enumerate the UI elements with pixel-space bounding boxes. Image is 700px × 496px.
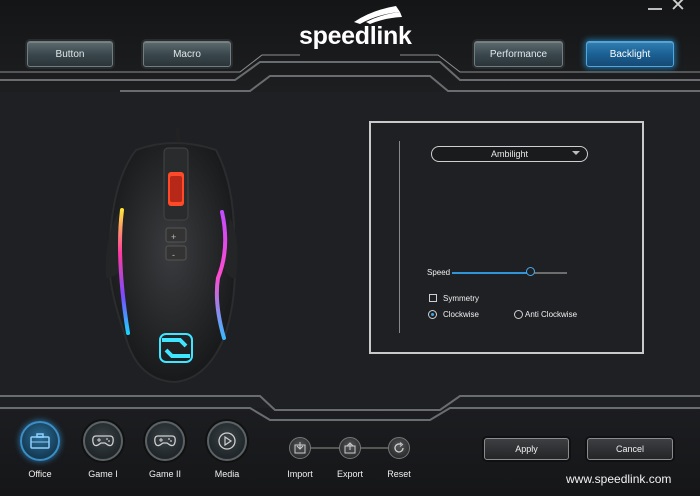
profile-media-label: Media [214, 469, 240, 479]
svg-text:+: + [171, 232, 176, 242]
profile-game1-button[interactable] [83, 421, 123, 461]
profile-game2-button[interactable] [145, 421, 185, 461]
cancel-label: Cancel [615, 444, 644, 454]
import-icon [294, 442, 306, 454]
tab-performance[interactable]: Performance [474, 41, 563, 67]
logo-swoosh-icon [354, 6, 402, 24]
tab-button[interactable]: Button [27, 41, 113, 67]
tab-macro[interactable]: Macro [143, 41, 231, 67]
tab-label: Performance [489, 48, 548, 60]
gamepad-icon [154, 435, 176, 447]
panel-divider [399, 141, 400, 333]
import-button[interactable] [289, 437, 311, 459]
backlight-mode-value: Ambilight [490, 149, 528, 159]
symmetry-checkbox[interactable] [429, 294, 437, 302]
apply-button[interactable]: Apply [484, 438, 569, 460]
clockwise-label: Clockwise [443, 310, 480, 319]
reset-button[interactable] [388, 437, 410, 459]
close-icon[interactable]: ✕ [670, 0, 686, 16]
play-icon [218, 432, 236, 450]
profile-media-button[interactable] [207, 421, 247, 461]
clockwise-radio[interactable] [428, 310, 437, 319]
profile-game1-label: Game I [88, 469, 118, 479]
profile-game2-label: Game II [148, 469, 181, 479]
export-icon [344, 442, 356, 454]
speedlink-logo: speedlink [299, 22, 412, 50]
gamepad-icon [92, 435, 114, 447]
chevron-down-icon [572, 151, 580, 155]
svg-text:-: - [172, 250, 175, 260]
symmetry-label: Symmetry [443, 294, 479, 303]
tab-label: Macro [173, 48, 201, 60]
mouse-image: + - [105, 128, 238, 384]
profile-office-button[interactable] [20, 421, 60, 461]
tab-label: Backlight [609, 48, 651, 60]
speed-slider-fill [452, 272, 531, 274]
profile-office-label: Office [28, 469, 52, 479]
anti-clockwise-label: Anti Clockwise [525, 310, 578, 319]
website-url: www.speedlink.com [566, 472, 672, 486]
tab-backlight[interactable]: Backlight [586, 41, 674, 67]
cancel-button[interactable]: Cancel [587, 438, 673, 460]
backlight-mode-select[interactable]: Ambilight [431, 146, 588, 162]
speed-label: Speed [427, 268, 451, 277]
anti-clockwise-radio[interactable] [514, 310, 523, 319]
briefcase-icon [30, 433, 50, 449]
apply-label: Apply [515, 444, 538, 454]
reset-icon [394, 442, 404, 453]
tab-label: Button [55, 48, 85, 60]
speed-slider-thumb[interactable] [525, 267, 535, 276]
minimize-icon[interactable] [648, 8, 662, 10]
reset-label: Reset [387, 469, 411, 479]
export-button[interactable] [339, 437, 361, 459]
